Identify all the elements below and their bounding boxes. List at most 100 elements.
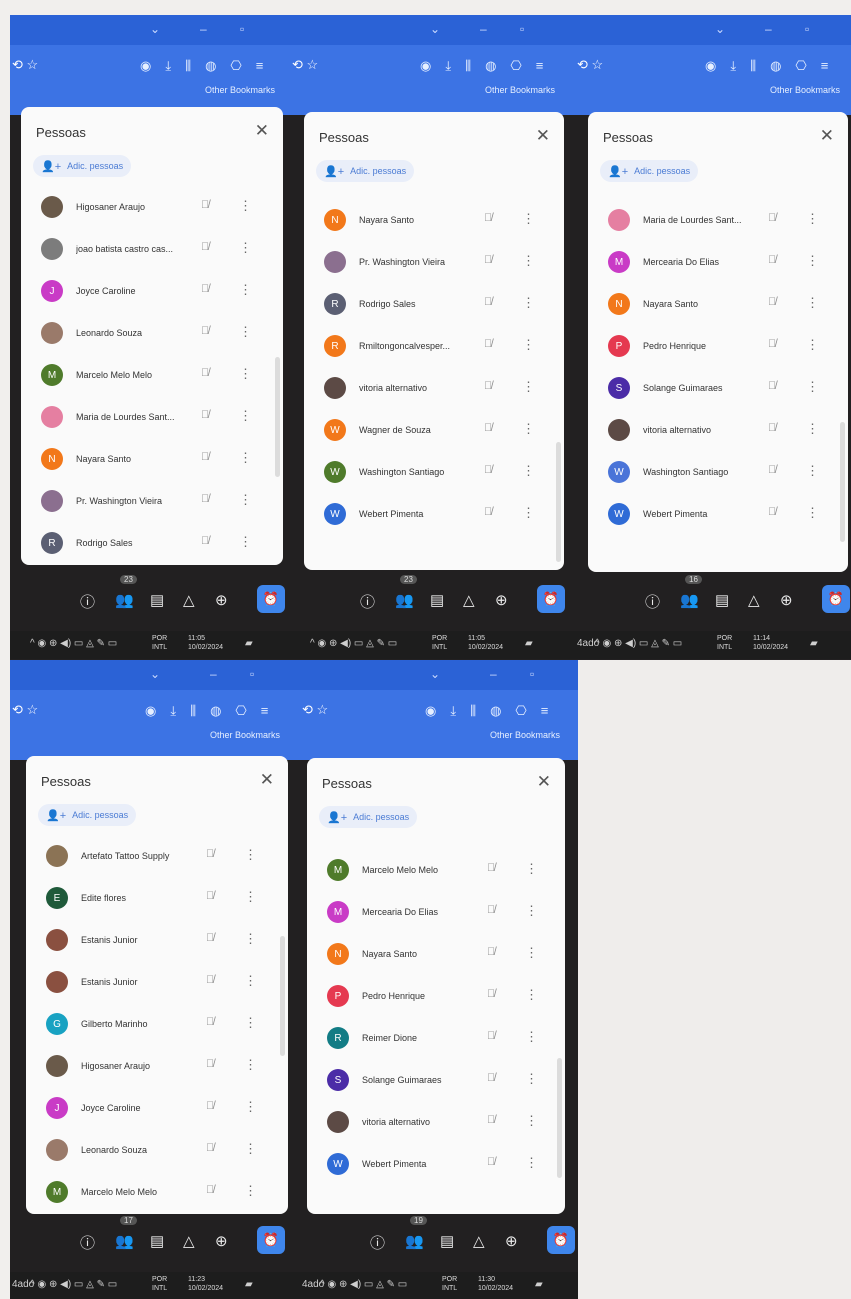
- mic-off-icon[interactable]: 🎙̸: [487, 862, 495, 874]
- mic-off-icon[interactable]: 🎙̸: [487, 946, 495, 958]
- mic-off-icon[interactable]: 🎙̸: [484, 506, 492, 518]
- person-row[interactable]: Pr. Washington Vieira 🎙̸ ⋮: [304, 242, 554, 284]
- activities-icon[interactable]: △: [748, 591, 760, 609]
- mic-off-icon[interactable]: 🎙̸: [487, 1072, 495, 1084]
- people-icon[interactable]: 👥: [115, 1232, 134, 1250]
- translate-star-icons[interactable]: ⟲ ☆: [12, 702, 38, 718]
- chat-icon[interactable]: ▤: [440, 1232, 454, 1250]
- person-row[interactable]: vitoria alternativo 🎙̸ ⋮: [588, 410, 838, 452]
- restore-icon[interactable]: ▫: [520, 22, 524, 36]
- chevron-down-icon[interactable]: ⌄: [715, 22, 725, 36]
- person-row[interactable]: N Nayara Santo 🎙̸ ⋮: [21, 439, 273, 481]
- mic-off-icon[interactable]: 🎙̸: [206, 1058, 214, 1070]
- minimize-icon[interactable]: –: [765, 22, 772, 36]
- mic-off-icon[interactable]: 🎙̸: [487, 988, 495, 1000]
- more-options-icon[interactable]: ⋮: [522, 421, 535, 437]
- chat-icon[interactable]: ▤: [430, 591, 444, 609]
- more-options-icon[interactable]: ⋮: [239, 282, 252, 298]
- minimize-icon[interactable]: –: [480, 22, 487, 36]
- person-row[interactable]: P Pedro Henrique 🎙̸ ⋮: [588, 326, 838, 368]
- info-icon[interactable]: ⓘ: [370, 1232, 385, 1253]
- more-options-icon[interactable]: ⋮: [525, 1029, 538, 1045]
- chat-icon[interactable]: ▤: [150, 1232, 164, 1250]
- more-options-icon[interactable]: ⋮: [525, 1071, 538, 1087]
- lock-icon[interactable]: ⊕: [215, 1232, 228, 1250]
- person-row[interactable]: J Joyce Caroline 🎙̸ ⋮: [21, 271, 273, 313]
- timer-icon[interactable]: ⏰: [257, 585, 285, 613]
- system-tray-icons[interactable]: ^ ◉ ⊕ ◀) ▭ ◬ ✎ ▭: [310, 638, 397, 649]
- person-row[interactable]: W Webert Pimenta 🎙̸ ⋮: [588, 494, 838, 536]
- more-options-icon[interactable]: ⋮: [522, 211, 535, 227]
- timer-icon[interactable]: ⏰: [547, 1226, 575, 1254]
- more-options-icon[interactable]: ⋮: [239, 492, 252, 508]
- info-icon[interactable]: ⓘ: [80, 591, 95, 612]
- more-options-icon[interactable]: ⋮: [525, 861, 538, 877]
- other-bookmarks[interactable]: Other Bookmarks: [210, 730, 280, 740]
- scrollbar[interactable]: [840, 422, 845, 542]
- mic-off-icon[interactable]: 🎙̸: [484, 338, 492, 350]
- timer-icon[interactable]: ⏰: [822, 585, 850, 613]
- scrollbar[interactable]: [556, 442, 561, 562]
- person-row[interactable]: Estanis Junior 🎙̸ ⋮: [26, 920, 278, 962]
- more-options-icon[interactable]: ⋮: [806, 379, 819, 395]
- more-options-icon[interactable]: ⋮: [806, 295, 819, 311]
- mic-off-icon[interactable]: 🎙̸: [768, 506, 776, 518]
- close-icon[interactable]: ✕: [537, 772, 551, 792]
- language-indicator[interactable]: POR INTL: [717, 634, 732, 652]
- mic-off-icon[interactable]: 🎙̸: [484, 296, 492, 308]
- language-indicator[interactable]: POR INTL: [152, 634, 167, 652]
- notifications-icon[interactable]: ▰: [245, 1279, 253, 1290]
- add-people-button[interactable]: 👤+ Adic. pessoas: [38, 804, 137, 826]
- more-options-icon[interactable]: ⋮: [244, 847, 257, 863]
- more-options-icon[interactable]: ⋮: [244, 1057, 257, 1073]
- person-row[interactable]: M Mercearia Do Elias 🎙̸ ⋮: [588, 242, 838, 284]
- person-row[interactable]: Leonardo Souza 🎙̸ ⋮: [26, 1130, 278, 1172]
- more-options-icon[interactable]: ⋮: [525, 1155, 538, 1171]
- extension-icons[interactable]: ◉ ⤓ ⫼ ◍ ⎔ ≡: [145, 703, 268, 719]
- other-bookmarks[interactable]: Other Bookmarks: [490, 730, 560, 740]
- person-row[interactable]: N Nayara Santo 🎙̸ ⋮: [304, 200, 554, 242]
- more-options-icon[interactable]: ⋮: [244, 931, 257, 947]
- lock-icon[interactable]: ⊕: [495, 591, 508, 609]
- person-row[interactable]: P Pedro Henrique 🎙̸ ⋮: [307, 976, 555, 1018]
- mic-off-icon[interactable]: 🎙̸: [201, 409, 209, 421]
- restore-icon[interactable]: ▫: [250, 667, 254, 681]
- mic-off-icon[interactable]: 🎙̸: [487, 1156, 495, 1168]
- person-row[interactable]: vitoria alternativo 🎙̸ ⋮: [304, 368, 554, 410]
- mic-off-icon[interactable]: 🎙̸: [206, 932, 214, 944]
- more-options-icon[interactable]: ⋮: [244, 889, 257, 905]
- people-icon[interactable]: 👥: [680, 591, 699, 609]
- person-row[interactable]: Higosaner Araujo 🎙̸ ⋮: [21, 187, 273, 229]
- mic-off-icon[interactable]: 🎙̸: [201, 367, 209, 379]
- person-row[interactable]: R Reimer Dione 🎙̸ ⋮: [307, 1018, 555, 1060]
- other-bookmarks[interactable]: Other Bookmarks: [770, 85, 840, 95]
- more-options-icon[interactable]: ⋮: [239, 198, 252, 214]
- notifications-icon[interactable]: ▰: [245, 638, 253, 649]
- add-people-button[interactable]: 👤+ Adic. pessoas: [600, 160, 699, 182]
- mic-off-icon[interactable]: 🎙̸: [484, 380, 492, 392]
- system-tray-icons[interactable]: ^ ◉ ⊕ ◀) ▭ ◬ ✎ ▭: [30, 638, 117, 649]
- person-row[interactable]: M Marcelo Melo Melo 🎙̸ ⋮: [21, 355, 273, 397]
- person-row[interactable]: S Solange Guimaraes 🎙̸ ⋮: [307, 1060, 555, 1102]
- person-row[interactable]: R Rodrigo Sales 🎙̸ ⋮: [304, 284, 554, 326]
- mic-off-icon[interactable]: 🎙̸: [206, 1142, 214, 1154]
- more-options-icon[interactable]: ⋮: [525, 903, 538, 919]
- more-options-icon[interactable]: ⋮: [239, 324, 252, 340]
- person-row[interactable]: G Gilberto Marinho 🎙̸ ⋮: [26, 1004, 278, 1046]
- restore-icon[interactable]: ▫: [240, 22, 244, 36]
- extension-icons[interactable]: ◉ ⤓ ⫼ ◍ ⎔ ≡: [420, 58, 543, 74]
- mic-off-icon[interactable]: 🎙̸: [206, 1184, 214, 1196]
- more-options-icon[interactable]: ⋮: [244, 1099, 257, 1115]
- person-row[interactable]: M Marcelo Melo Melo 🎙̸ ⋮: [307, 850, 555, 892]
- other-bookmarks[interactable]: Other Bookmarks: [205, 85, 275, 95]
- mic-off-icon[interactable]: 🎙̸: [201, 535, 209, 547]
- lock-icon[interactable]: ⊕: [505, 1232, 518, 1250]
- person-row[interactable]: M Marcelo Melo Melo 🎙̸ ⋮: [26, 1172, 278, 1214]
- mic-off-icon[interactable]: 🎙̸: [201, 199, 209, 211]
- mic-off-icon[interactable]: 🎙̸: [768, 464, 776, 476]
- more-options-icon[interactable]: ⋮: [522, 337, 535, 353]
- close-icon[interactable]: ✕: [255, 121, 269, 141]
- more-options-icon[interactable]: ⋮: [806, 421, 819, 437]
- person-row[interactable]: Pr. Washington Vieira 🎙̸ ⋮: [21, 481, 273, 523]
- mic-off-icon[interactable]: 🎙̸: [206, 1016, 214, 1028]
